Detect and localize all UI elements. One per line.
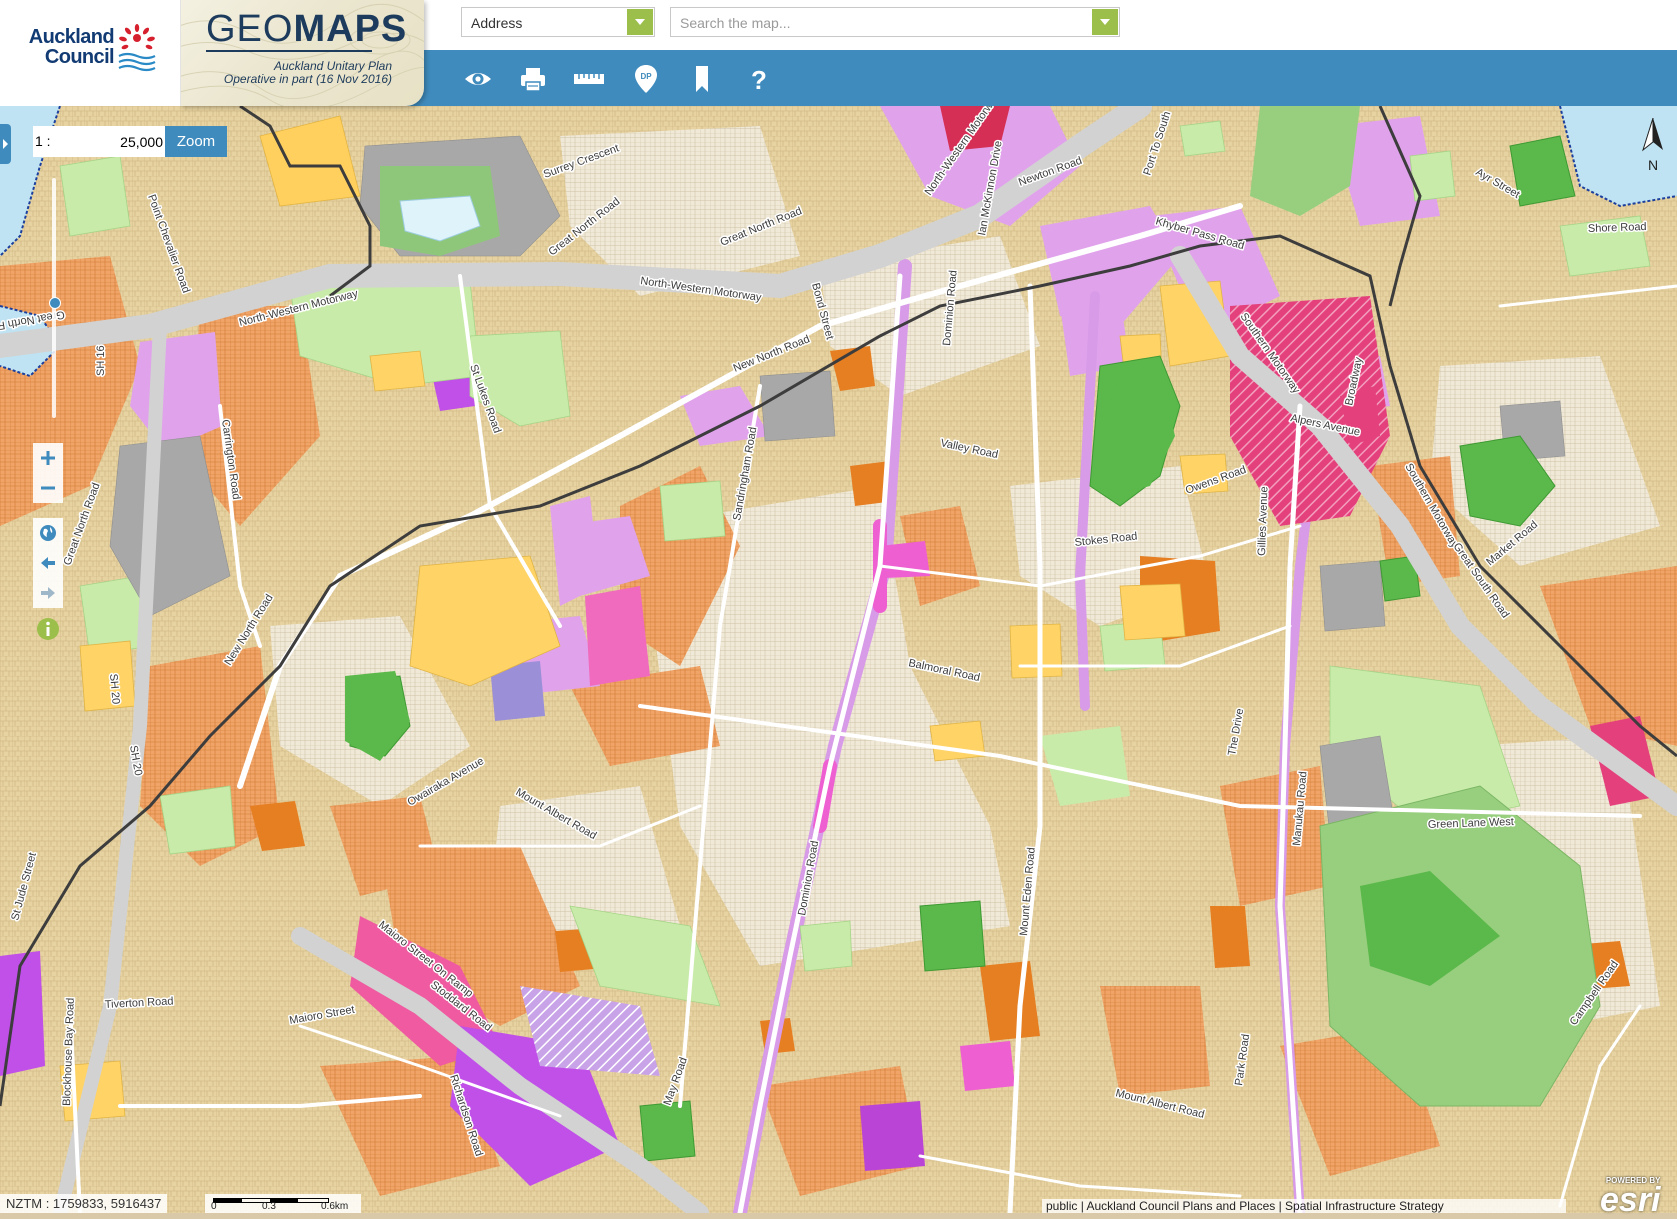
north-arrow: N <box>1641 117 1665 173</box>
app-header: Auckland Council GEOMAPS Auckland Unitar… <box>0 0 1677 106</box>
zoom-slider-thumb[interactable] <box>49 297 61 309</box>
map-attribution: public | Auckland Council Plans and Plac… <box>1042 1199 1566 1213</box>
zoom-out-button[interactable] <box>33 473 63 503</box>
zoom-slider[interactable] <box>49 178 61 418</box>
council-name: Auckland Council <box>14 26 115 68</box>
scalebar-segment <box>214 1199 242 1202</box>
search-type-value: Address <box>471 15 523 31</box>
print-icon[interactable] <box>516 62 550 96</box>
next-extent-button[interactable] <box>33 578 63 608</box>
road-label: SH 16 <box>95 345 107 376</box>
ruler-icon[interactable] <box>572 62 606 96</box>
map-search-input[interactable]: Search the map... <box>670 7 1120 37</box>
help-glyph: ? <box>751 65 767 95</box>
minus-icon <box>41 486 55 490</box>
council-name-line2: Council <box>44 46 115 68</box>
eye-icon[interactable] <box>461 62 495 96</box>
previous-extent-button[interactable] <box>33 548 63 578</box>
dp-marker-icon[interactable]: DP <box>629 62 663 96</box>
esri-wordmark: esri <box>1600 1181 1661 1219</box>
info-icon <box>37 618 59 640</box>
coordinate-readout: NZTM : 1759833, 5916437 <box>0 1194 168 1213</box>
map-scalebar: 0 0.3 0.6km <box>205 1194 361 1213</box>
geomaps-brand-panel: GEOMAPS Auckland Unitary Plan Operative … <box>180 0 424 106</box>
map-canvas[interactable]: North-Western Motorway North-Western Mot… <box>0 106 1677 1213</box>
zoom-in-button[interactable] <box>33 443 63 473</box>
dp-marker-label: DP <box>640 72 652 81</box>
app-title-bold: MAPS <box>293 8 408 50</box>
council-logo[interactable]: Auckland Council <box>0 0 181 106</box>
scalebar-label-end: 0.6km <box>321 1201 349 1212</box>
bookmark-icon[interactable] <box>685 62 719 96</box>
full-extent-button[interactable] <box>33 518 63 548</box>
map-search-placeholder: Search the map... <box>680 15 791 31</box>
north-label: N <box>1647 157 1659 173</box>
council-name-line1: Auckland <box>28 26 115 48</box>
arrow-left-icon <box>41 557 55 569</box>
chevron-down-icon[interactable] <box>1092 9 1118 35</box>
identify-button[interactable] <box>33 612 63 642</box>
scale-prefix: 1 : <box>33 126 57 157</box>
pohutukawa-flower-icon <box>118 24 156 72</box>
help-icon[interactable]: ? <box>742 62 776 96</box>
scale-input[interactable] <box>55 126 165 157</box>
chevron-down-icon[interactable] <box>627 9 653 35</box>
north-arrow-icon <box>1642 117 1663 152</box>
zoning-map[interactable]: North-Western Motorway North-Western Mot… <box>0 106 1677 1213</box>
plan-subtitle-line2: Operative in part (16 Nov 2016) <box>223 72 392 86</box>
scalebar-label-start: 0 <box>211 1201 217 1212</box>
esri-logo[interactable]: POWERED BY esri <box>1600 1176 1661 1219</box>
search-type-select[interactable]: Address <box>461 7 655 37</box>
arrow-right-icon <box>41 587 55 599</box>
road-label: Shore Road <box>1588 221 1647 235</box>
app-title-light: GEO <box>206 8 294 50</box>
plus-icon <box>41 451 55 465</box>
zoom-button[interactable]: Zoom <box>165 126 227 157</box>
side-panel-toggle[interactable] <box>0 124 11 164</box>
title-underline <box>206 50 372 52</box>
road-label: Gillies Avenue <box>1256 486 1270 556</box>
scalebar-label-mid: 0.3 <box>262 1201 276 1212</box>
app-title: GEOMAPS <box>206 8 407 51</box>
globe-icon <box>40 525 56 541</box>
plan-subtitle: Auckland Unitary Plan Operative in part … <box>224 60 392 86</box>
